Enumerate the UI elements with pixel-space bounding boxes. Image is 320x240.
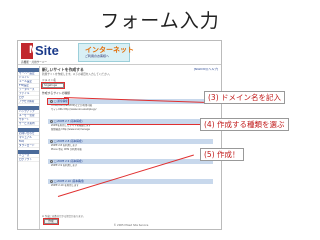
- callout-step4: (4) 作成する種類を選ぶ: [200, 118, 289, 131]
- type-highlight-box: [47, 98, 69, 105]
- radio-button-icon[interactable]: [50, 119, 53, 123]
- sidebar-menu: サーバー設定 ドメイン メール設定 FTP設定 データベース ファイル ログ ア…: [18, 66, 40, 229]
- domain-highlight-box: [41, 82, 65, 89]
- site-type-option[interactable]: □ ZOPE 2.9 (基本構成) ZOPE 2.9 を利用します: [48, 159, 213, 168]
- sidebar-item[interactable]: アクセス解析: [18, 100, 39, 104]
- slide-title: フォーム入力: [100, 10, 220, 32]
- radio-button-icon[interactable]: [50, 179, 53, 183]
- sidebar-item[interactable]: ダウンロード: [18, 144, 39, 148]
- site-type-label: 作成するサイトの種類: [42, 91, 70, 95]
- page-footer: © 2005 Mixed Site Service: [113, 224, 149, 227]
- page-description: 新規サイトを作成します。以下の項目を入力してください。: [42, 73, 112, 76]
- screenshot-frame: M Site 高機能・共用サーバー インターネット ご利用のお客様へ サーバー設…: [17, 40, 222, 230]
- site-type-option[interactable]: □ ZOPE 2.10 (基本構成) ZOPE 2.10 を利用します: [48, 179, 213, 188]
- main-content: 新しいサイトを作成する [SIGN IN] [ヘルプ] 新規サイトを作成します。…: [41, 67, 220, 229]
- ad-banner[interactable]: インターネット ご利用のお客様へ: [78, 43, 134, 62]
- logo-text: Site: [35, 43, 59, 58]
- site-type-option[interactable]: □ ZOPE 2.7 (基本構成) ZOPEを利用したサイトを構築します 管理画…: [48, 119, 213, 132]
- radio-button-icon[interactable]: [50, 159, 53, 163]
- brand-header: M Site 高機能・共用サーバー インターネット ご利用のお客様へ: [18, 41, 221, 65]
- callout-leader-line: [67, 124, 200, 125]
- callout-step5: (5) 作成！: [200, 148, 244, 161]
- radio-button-icon[interactable]: [50, 139, 53, 143]
- callout-step3: (3) ドメイン名を記入: [204, 91, 286, 104]
- help-link[interactable]: [SIGN IN] [ヘルプ]: [194, 67, 218, 71]
- site-type-option[interactable]: □ ZOPE 2.8 (基本構成) ZOPE 2.8 を利用します Plone …: [48, 139, 213, 152]
- logo-subtitle: 高機能・共用サーバー: [21, 61, 47, 64]
- banner-subtext: ご利用のお客様へ: [85, 54, 110, 58]
- sidebar-item[interactable]: ログアウト: [18, 158, 39, 162]
- site-logo[interactable]: M Site: [21, 43, 71, 61]
- sidebar-item[interactable]: サービス案内: [18, 122, 39, 126]
